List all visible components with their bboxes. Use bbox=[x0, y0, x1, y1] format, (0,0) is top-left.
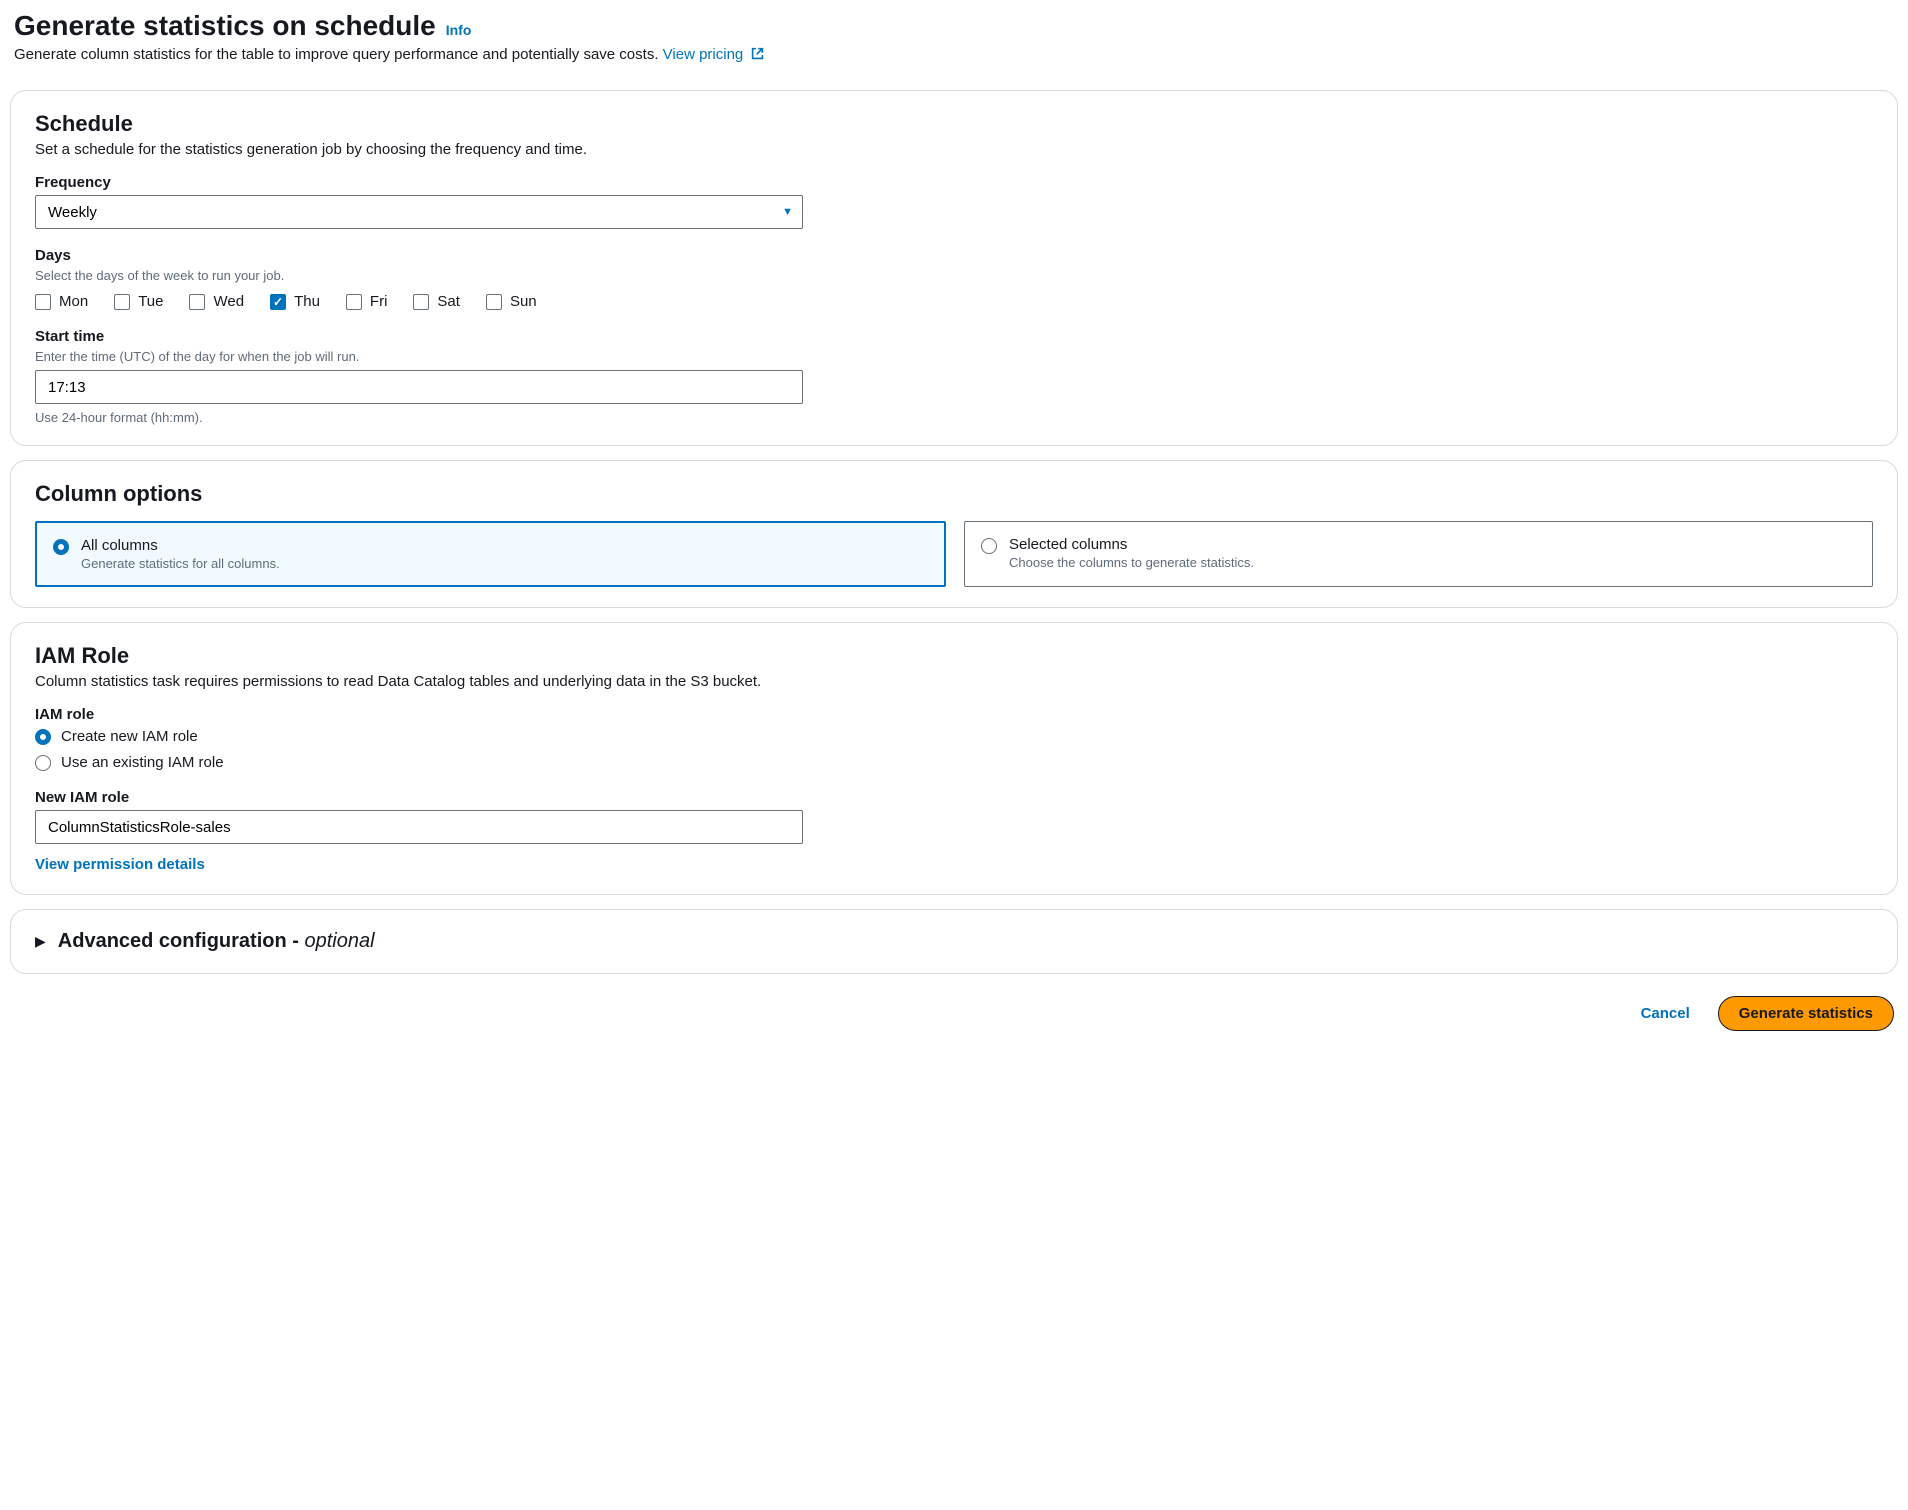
page-title: Generate statistics on schedule bbox=[14, 10, 436, 42]
iam-description: Column statistics task requires permissi… bbox=[35, 673, 1873, 690]
day-label: Sat bbox=[437, 293, 460, 310]
iam-role-panel: IAM Role Column statistics task requires… bbox=[10, 622, 1898, 895]
frequency-field: Frequency Weekly ▼ bbox=[35, 174, 1873, 229]
iam-title: IAM Role bbox=[35, 643, 1873, 669]
frequency-label: Frequency bbox=[35, 174, 1873, 191]
start-time-field: Start time Enter the time (UTC) of the d… bbox=[35, 328, 1873, 425]
day-label: Mon bbox=[59, 293, 88, 310]
new-iam-role-label: New IAM role bbox=[35, 789, 1873, 806]
frequency-select[interactable]: Weekly bbox=[35, 195, 803, 229]
view-pricing-link[interactable]: View pricing bbox=[663, 46, 765, 63]
column-option-all[interactable]: All columns Generate statistics for all … bbox=[35, 521, 946, 587]
days-field: Days Select the days of the week to run … bbox=[35, 247, 1873, 310]
checkbox-icon bbox=[270, 294, 286, 310]
radio-label: Use an existing IAM role bbox=[61, 754, 224, 771]
day-label: Thu bbox=[294, 293, 320, 310]
iam-use-existing-radio[interactable]: Use an existing IAM role bbox=[35, 753, 1873, 771]
view-permission-details-link[interactable]: View permission details bbox=[35, 856, 205, 873]
checkbox-icon bbox=[114, 294, 130, 310]
schedule-description: Set a schedule for the statistics genera… bbox=[35, 141, 1873, 158]
iam-role-choice-field: IAM role Create new IAM role Use an exis… bbox=[35, 706, 1873, 771]
day-label: Sun bbox=[510, 293, 537, 310]
radio-icon bbox=[53, 539, 69, 555]
day-checkbox-fri[interactable]: Fri bbox=[346, 293, 388, 310]
external-link-icon bbox=[751, 47, 764, 64]
schedule-panel: Schedule Set a schedule for the statisti… bbox=[10, 90, 1898, 446]
day-label: Wed bbox=[213, 293, 244, 310]
start-time-format-hint: Use 24-hour format (hh:mm). bbox=[35, 410, 1873, 425]
day-checkbox-sun[interactable]: Sun bbox=[486, 293, 537, 310]
start-time-label: Start time bbox=[35, 328, 1873, 345]
advanced-title-text: Advanced configuration - bbox=[58, 930, 305, 952]
tile-title: All columns bbox=[81, 537, 280, 554]
iam-create-new-radio[interactable]: Create new IAM role bbox=[35, 727, 1873, 745]
advanced-optional-text: optional bbox=[304, 930, 374, 952]
day-checkbox-mon[interactable]: Mon bbox=[35, 293, 88, 310]
checkbox-icon bbox=[35, 294, 51, 310]
tile-description: Choose the columns to generate statistic… bbox=[1009, 555, 1254, 570]
page-header: Generate statistics on schedule Info Gen… bbox=[10, 10, 1898, 76]
tile-description: Generate statistics for all columns. bbox=[81, 556, 280, 571]
cancel-button[interactable]: Cancel bbox=[1629, 997, 1702, 1030]
radio-icon bbox=[981, 538, 997, 554]
day-checkbox-thu[interactable]: Thu bbox=[270, 293, 320, 310]
day-checkbox-tue[interactable]: Tue bbox=[114, 293, 163, 310]
action-bar: Cancel Generate statistics bbox=[10, 988, 1898, 1031]
new-iam-role-field: New IAM role bbox=[35, 789, 1873, 844]
days-hint: Select the days of the week to run your … bbox=[35, 268, 1873, 283]
radio-icon bbox=[35, 755, 51, 771]
checkbox-icon bbox=[413, 294, 429, 310]
column-options-title: Column options bbox=[35, 481, 1873, 507]
radio-label: Create new IAM role bbox=[61, 728, 198, 745]
day-checkbox-sat[interactable]: Sat bbox=[413, 293, 460, 310]
generate-statistics-button[interactable]: Generate statistics bbox=[1718, 996, 1894, 1031]
page-description-text: Generate column statistics for the table… bbox=[14, 46, 663, 63]
new-iam-role-input[interactable] bbox=[35, 810, 803, 844]
start-time-hint: Enter the time (UTC) of the day for when… bbox=[35, 349, 1873, 364]
schedule-title: Schedule bbox=[35, 111, 1873, 137]
day-label: Tue bbox=[138, 293, 163, 310]
advanced-panel: ▶ Advanced configuration - optional bbox=[10, 909, 1898, 974]
advanced-expander[interactable]: ▶ Advanced configuration - optional bbox=[35, 930, 1873, 953]
iam-role-label: IAM role bbox=[35, 706, 1873, 723]
checkbox-icon bbox=[486, 294, 502, 310]
checkbox-icon bbox=[189, 294, 205, 310]
view-pricing-text: View pricing bbox=[663, 46, 744, 63]
day-label: Fri bbox=[370, 293, 388, 310]
start-time-input[interactable] bbox=[35, 370, 803, 404]
caret-right-icon: ▶ bbox=[35, 933, 46, 950]
info-link[interactable]: Info bbox=[446, 22, 472, 38]
radio-icon bbox=[35, 729, 51, 745]
days-label: Days bbox=[35, 247, 1873, 264]
page-description: Generate column statistics for the table… bbox=[14, 46, 1894, 64]
day-checkbox-wed[interactable]: Wed bbox=[189, 293, 244, 310]
tile-title: Selected columns bbox=[1009, 536, 1254, 553]
column-option-selected[interactable]: Selected columns Choose the columns to g… bbox=[964, 521, 1873, 587]
column-options-panel: Column options All columns Generate stat… bbox=[10, 460, 1898, 608]
advanced-title: Advanced configuration - optional bbox=[58, 930, 375, 953]
checkbox-icon bbox=[346, 294, 362, 310]
